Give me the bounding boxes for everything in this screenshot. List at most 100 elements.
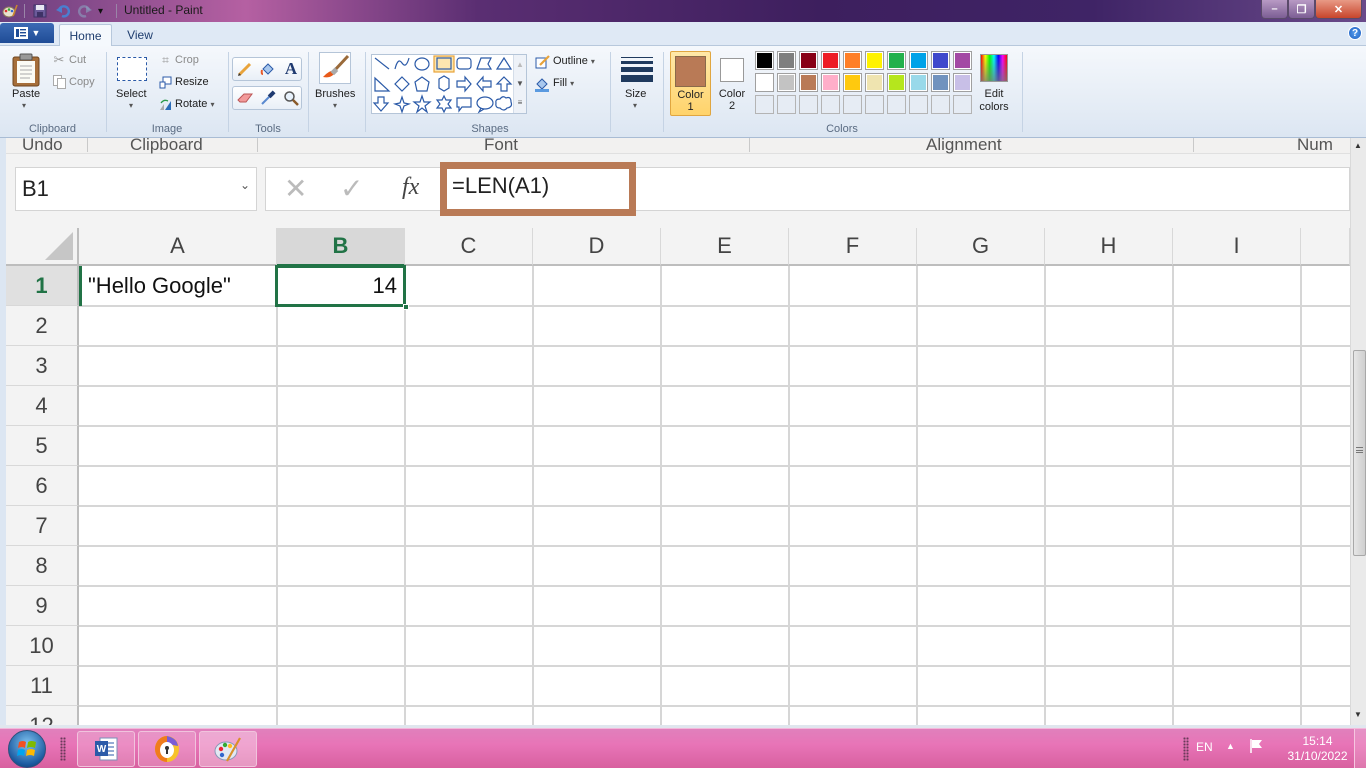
- custom-color-slot[interactable]: [755, 95, 774, 114]
- start-button[interactable]: [8, 730, 46, 768]
- rotate-button[interactable]: Rotate ▾: [175, 98, 215, 110]
- color2-button[interactable]: Color 2: [714, 51, 750, 116]
- paste-button[interactable]: Paste: [12, 88, 40, 100]
- custom-color-slot[interactable]: [931, 95, 950, 114]
- formula-highlight-box: =LEN(A1): [440, 162, 636, 216]
- palette-swatch[interactable]: [799, 73, 818, 92]
- fill-bucket-icon[interactable]: [257, 59, 279, 79]
- action-center-flag-icon[interactable]: [1248, 738, 1264, 757]
- palette-swatch[interactable]: [887, 73, 906, 92]
- size-group[interactable]: Size ▾: [614, 46, 660, 138]
- column-header-partial: [1301, 228, 1350, 266]
- palette-swatch[interactable]: [777, 51, 796, 70]
- help-icon[interactable]: ?: [1348, 26, 1362, 40]
- paint-app-icon[interactable]: [2, 2, 18, 20]
- palette-swatch[interactable]: [777, 73, 796, 92]
- taskbar-word-button[interactable]: W: [77, 731, 135, 767]
- outline-button[interactable]: Outline ▾: [553, 55, 595, 67]
- resize-button[interactable]: Resize: [175, 76, 209, 88]
- minimize-button[interactable]: –: [1261, 0, 1288, 19]
- brushes-dropdown-icon[interactable]: ▾: [333, 101, 337, 110]
- palette-swatch[interactable]: [799, 51, 818, 70]
- undo-icon[interactable]: [56, 2, 70, 20]
- palette-swatch[interactable]: [755, 51, 774, 70]
- size-button[interactable]: Size: [625, 88, 646, 100]
- palette-swatch[interactable]: [843, 51, 862, 70]
- pencil-icon[interactable]: [234, 59, 256, 79]
- shapes-gallery-scroll[interactable]: ▲ ▼ ≡: [513, 55, 526, 113]
- restore-button[interactable]: ❐: [1288, 0, 1315, 19]
- customize-quick-access-icon[interactable]: ▾: [98, 2, 103, 20]
- paste-dropdown-icon[interactable]: ▾: [22, 101, 26, 110]
- select-button[interactable]: Select: [116, 88, 147, 100]
- palette-swatch[interactable]: [909, 73, 928, 92]
- palette-swatch[interactable]: [931, 73, 950, 92]
- custom-color-slot[interactable]: [777, 95, 796, 114]
- custom-color-slot[interactable]: [799, 95, 818, 114]
- vertical-scrollbar[interactable]: ▲ ▼: [1350, 138, 1366, 725]
- brushes-button[interactable]: Brushes: [315, 88, 355, 100]
- grid-row-line: [79, 625, 1350, 627]
- select-dropdown-icon[interactable]: ▾: [129, 101, 133, 110]
- fill-button[interactable]: Fill ▾: [553, 77, 574, 89]
- edit-colors-button[interactable]: Edit colors: [974, 88, 1014, 114]
- save-icon[interactable]: [33, 2, 47, 20]
- palette-swatch[interactable]: [821, 73, 840, 92]
- select-icon[interactable]: [116, 56, 148, 82]
- copy-button[interactable]: Copy: [69, 76, 95, 88]
- custom-color-slot[interactable]: [821, 95, 840, 114]
- custom-color-slot[interactable]: [887, 95, 906, 114]
- scroll-up-arrow[interactable]: ▲: [1354, 141, 1362, 150]
- palette-swatch[interactable]: [887, 51, 906, 70]
- scroll-down-icon[interactable]: ▼: [514, 74, 526, 93]
- tab-view[interactable]: View: [118, 24, 162, 46]
- separator: [749, 138, 750, 152]
- expand-gallery-icon[interactable]: ≡: [514, 93, 526, 112]
- eraser-icon[interactable]: [234, 88, 256, 108]
- show-desktop-button[interactable]: [1354, 729, 1366, 768]
- redo-icon[interactable]: [78, 2, 92, 20]
- palette-swatch[interactable]: [843, 73, 862, 92]
- taskbar-paint-button[interactable]: [199, 731, 257, 767]
- clock[interactable]: 15:14 31/10/2022: [1280, 734, 1355, 764]
- ribbon: Paste ▾ ✂ Cut Copy Clipboard Select ▾ ⌗ …: [0, 46, 1366, 138]
- palette-swatch[interactable]: [953, 51, 972, 70]
- close-button[interactable]: ✕: [1315, 0, 1362, 19]
- taskbar-browser-button[interactable]: [138, 731, 196, 767]
- custom-color-slot[interactable]: [843, 95, 862, 114]
- custom-color-slot[interactable]: [953, 95, 972, 114]
- palette-swatch[interactable]: [909, 51, 928, 70]
- color1-button[interactable]: Color 1: [670, 51, 711, 116]
- paint-canvas[interactable]: Undo Clipboard Font Alignment Num B1 ⌄ ✕…: [6, 138, 1350, 725]
- tab-home[interactable]: Home: [59, 24, 112, 46]
- scroll-up-icon[interactable]: ▲: [514, 55, 526, 74]
- clock-time: 15:14: [1302, 734, 1333, 748]
- palette-swatch[interactable]: [865, 51, 884, 70]
- cut-button[interactable]: Cut: [69, 54, 86, 66]
- magnifier-icon[interactable]: [280, 88, 302, 108]
- palette-swatch[interactable]: [865, 73, 884, 92]
- image-group: Select ▾ ⌗ Crop Resize Rotate ▾ Image: [107, 46, 227, 138]
- rotate-dropdown-icon: ▾: [210, 100, 215, 109]
- show-hidden-icons-button[interactable]: ▲: [1226, 741, 1235, 751]
- palette-swatch[interactable]: [931, 51, 950, 70]
- color-picker-icon[interactable]: [257, 88, 279, 108]
- crop-button[interactable]: Crop: [175, 54, 199, 66]
- separator: [1022, 52, 1023, 132]
- custom-color-slot[interactable]: [865, 95, 884, 114]
- size-dropdown-icon[interactable]: ▾: [633, 101, 637, 110]
- custom-color-slot[interactable]: [909, 95, 928, 114]
- text-icon[interactable]: A: [280, 59, 302, 79]
- brushes-group[interactable]: Brushes ▾: [309, 46, 364, 138]
- palette-swatch[interactable]: [755, 73, 774, 92]
- palette-swatch[interactable]: [821, 51, 840, 70]
- paste-icon[interactable]: [10, 52, 42, 88]
- scroll-down-arrow[interactable]: ▼: [1354, 710, 1362, 719]
- grid-row-line: [79, 545, 1350, 547]
- palette-swatch[interactable]: [953, 73, 972, 92]
- language-indicator[interactable]: EN: [1196, 740, 1213, 754]
- excel-undo-label: Undo: [22, 138, 63, 154]
- scrollbar-thumb[interactable]: [1353, 350, 1366, 556]
- paint-menu-button[interactable]: ▼: [0, 23, 54, 43]
- row-header-7: 7: [6, 506, 79, 546]
